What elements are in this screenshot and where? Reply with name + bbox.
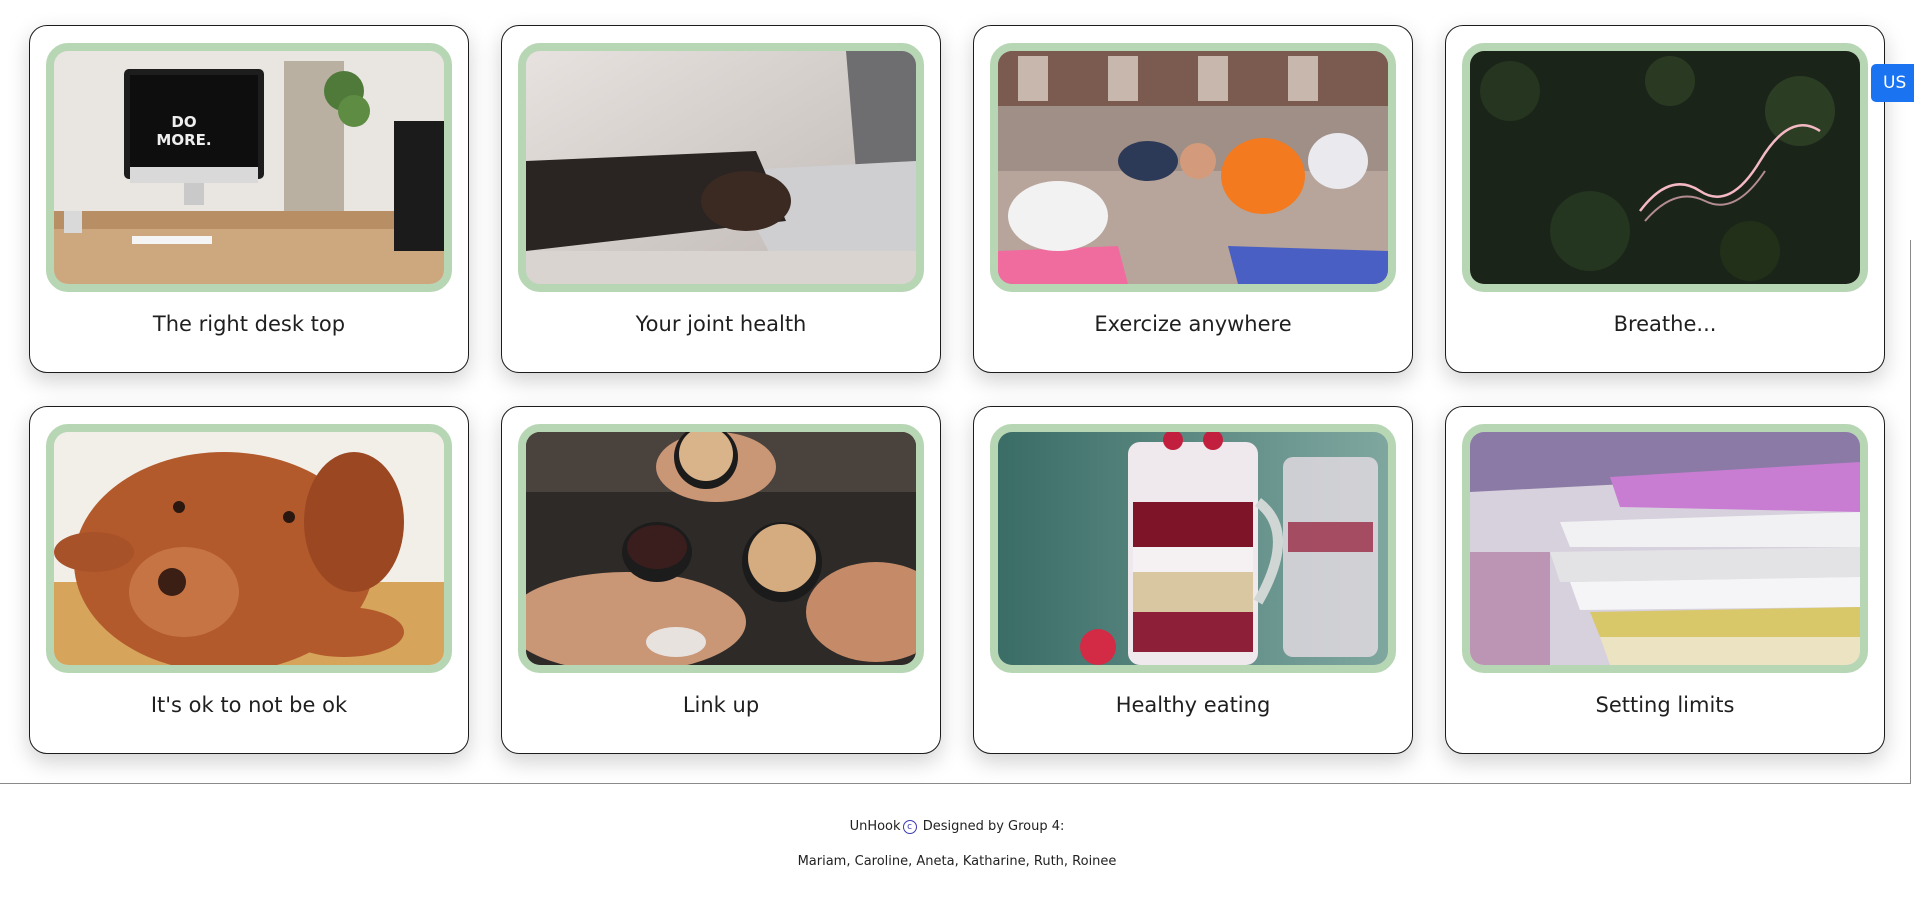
language-button[interactable]: US (1871, 64, 1914, 102)
breathe-neon-image (1462, 43, 1868, 292)
card-title: It's ok to not be ok (150, 693, 348, 717)
scroll-divider (1910, 240, 1911, 784)
footer-credit: UnHook c Designed by Group 4: (0, 819, 1914, 834)
card-title: The right desk top (152, 312, 346, 336)
card-title: Breathe... (1613, 312, 1717, 336)
card-link-up[interactable]: Link up (501, 406, 941, 754)
yogurt-parfait-image (990, 424, 1396, 673)
card-joint-health[interactable]: Your joint health (501, 25, 941, 373)
footer-members: Mariam, Caroline, Aneta, Katharine, Ruth… (797, 854, 1117, 869)
resting-dog-image (46, 424, 452, 673)
card-setting-limits[interactable]: Setting limits (1445, 406, 1885, 754)
coffee-cheers-image (518, 424, 924, 673)
card-title: Your joint health (635, 312, 807, 336)
yoga-class-image (990, 43, 1396, 292)
footer-designed-by: Designed by Group 4: (922, 819, 1065, 834)
card-healthy-eating[interactable]: Healthy eating (973, 406, 1413, 754)
paper-stack-image (1462, 424, 1868, 673)
card-breathe[interactable]: Breathe... (1445, 25, 1885, 373)
footer-divider (0, 783, 1910, 784)
page: DO MORE. The right desk top Your joint h… (0, 0, 1914, 914)
card-exercize[interactable]: Exercize anywhere (973, 25, 1413, 373)
card-title: Exercize anywhere (1094, 312, 1292, 336)
desk-computer-image: DO MORE. (46, 43, 452, 292)
hand-writing-laptop-image (518, 43, 924, 292)
card-title: Setting limits (1595, 693, 1735, 717)
card-ok-not-ok[interactable]: It's ok to not be ok (29, 406, 469, 754)
card-grid: DO MORE. The right desk top Your joint h… (29, 25, 1886, 754)
svg-text:MORE.: MORE. (156, 131, 211, 149)
footer-brand: UnHook (849, 819, 901, 834)
svg-text:DO: DO (171, 113, 196, 131)
card-desk[interactable]: DO MORE. The right desk top (29, 25, 469, 373)
copyright-icon: c (902, 819, 917, 834)
card-title: Link up (682, 693, 760, 717)
card-title: Healthy eating (1115, 693, 1271, 717)
